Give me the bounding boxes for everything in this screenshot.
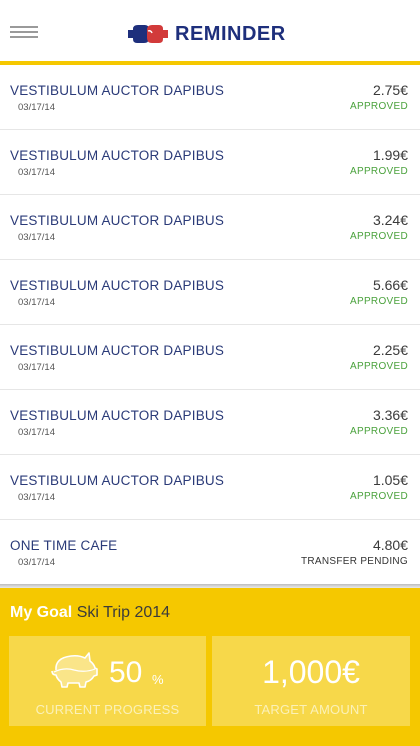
transaction-row[interactable]: VESTIBULUM AUCTOR DAPIBUS 03/17/14 2.25€… <box>0 325 420 390</box>
transaction-amount: 1.05€ <box>372 472 408 488</box>
transaction-status: APPROVED <box>350 101 408 112</box>
transaction-amount: 2.75€ <box>372 82 408 98</box>
transaction-name: VESTIBULUM AUCTOR DAPIBUS <box>10 343 225 358</box>
transaction-name: VESTIBULUM AUCTOR DAPIBUS <box>10 473 225 488</box>
progress-label: CURRENT PROGRESS <box>35 702 180 717</box>
transaction-date: 03/17/14 <box>18 362 55 373</box>
transaction-date: 03/17/14 <box>18 232 55 243</box>
transaction-name: ONE TIME CAFE <box>10 538 118 553</box>
transaction-date: 03/17/14 <box>18 167 55 178</box>
transaction-list[interactable]: VESTIBULUM AUCTOR DAPIBUS 03/17/14 2.75€… <box>0 65 420 585</box>
transaction-status: APPROVED <box>350 166 408 177</box>
transaction-name: VESTIBULUM AUCTOR DAPIBUS <box>10 83 225 98</box>
transaction-row[interactable]: VESTIBULUM AUCTOR DAPIBUS 03/17/14 1.99€… <box>0 130 420 195</box>
transaction-status: APPROVED <box>350 231 408 242</box>
transaction-name: VESTIBULUM AUCTOR DAPIBUS <box>10 213 225 228</box>
goal-name: Ski Trip 2014 <box>76 604 171 621</box>
goal-panel[interactable]: My Goal Ski Trip 2014 50 % CURRENT PROGR… <box>0 588 420 746</box>
transaction-status: APPROVED <box>350 296 408 307</box>
target-label: TARGET AMOUNT <box>254 702 368 717</box>
app-header: REMINDER <box>0 0 420 65</box>
brand: REMINDER <box>128 21 286 47</box>
goal-label: My Goal <box>10 604 73 621</box>
piggy-bank-icon <box>51 652 98 688</box>
transaction-amount: 3.24€ <box>372 212 408 228</box>
transaction-status: APPROVED <box>350 426 408 437</box>
hamburger-menu-icon[interactable] <box>10 26 40 40</box>
transaction-name: VESTIBULUM AUCTOR DAPIBUS <box>10 278 225 293</box>
transaction-amount: 1.99€ <box>372 147 408 163</box>
transaction-date: 03/17/14 <box>18 492 55 503</box>
transaction-row[interactable]: ONE TIME CAFE 03/17/14 4.80€ TRANSFER PE… <box>0 520 420 585</box>
app-title: REMINDER <box>175 22 286 45</box>
transaction-row[interactable]: VESTIBULUM AUCTOR DAPIBUS 03/17/14 1.05€… <box>0 455 420 520</box>
transaction-amount: 3.36€ <box>372 407 408 423</box>
goal-title: My Goal Ski Trip 2014 <box>10 604 170 622</box>
transaction-date: 03/17/14 <box>18 427 55 438</box>
target-value: 1,000€ <box>262 654 360 690</box>
boxing-gloves-logo <box>128 25 168 43</box>
progress-unit: % <box>152 672 164 687</box>
transaction-name: VESTIBULUM AUCTOR DAPIBUS <box>10 408 225 423</box>
transaction-amount: 2.25€ <box>372 342 408 358</box>
transaction-date: 03/17/14 <box>18 297 55 308</box>
transaction-row[interactable]: VESTIBULUM AUCTOR DAPIBUS 03/17/14 3.36€… <box>0 390 420 455</box>
transaction-name: VESTIBULUM AUCTOR DAPIBUS <box>10 148 225 163</box>
transaction-status: TRANSFER PENDING <box>300 556 408 567</box>
transaction-date: 03/17/14 <box>18 102 55 113</box>
transaction-row[interactable]: VESTIBULUM AUCTOR DAPIBUS 03/17/14 3.24€… <box>0 195 420 260</box>
transaction-row[interactable]: VESTIBULUM AUCTOR DAPIBUS 03/17/14 2.75€… <box>0 65 420 130</box>
progress-value: 50 <box>109 656 143 689</box>
transaction-amount: 4.80€ <box>372 537 408 553</box>
transaction-date: 03/17/14 <box>18 557 55 568</box>
transaction-status: APPROVED <box>350 491 408 502</box>
progress-card[interactable]: 50 % CURRENT PROGRESS <box>9 636 206 726</box>
transaction-row[interactable]: VESTIBULUM AUCTOR DAPIBUS 03/17/14 5.66€… <box>0 260 420 325</box>
transaction-amount: 5.66€ <box>372 277 408 293</box>
target-card[interactable]: 1,000€ TARGET AMOUNT <box>212 636 410 726</box>
transaction-status: APPROVED <box>350 361 408 372</box>
